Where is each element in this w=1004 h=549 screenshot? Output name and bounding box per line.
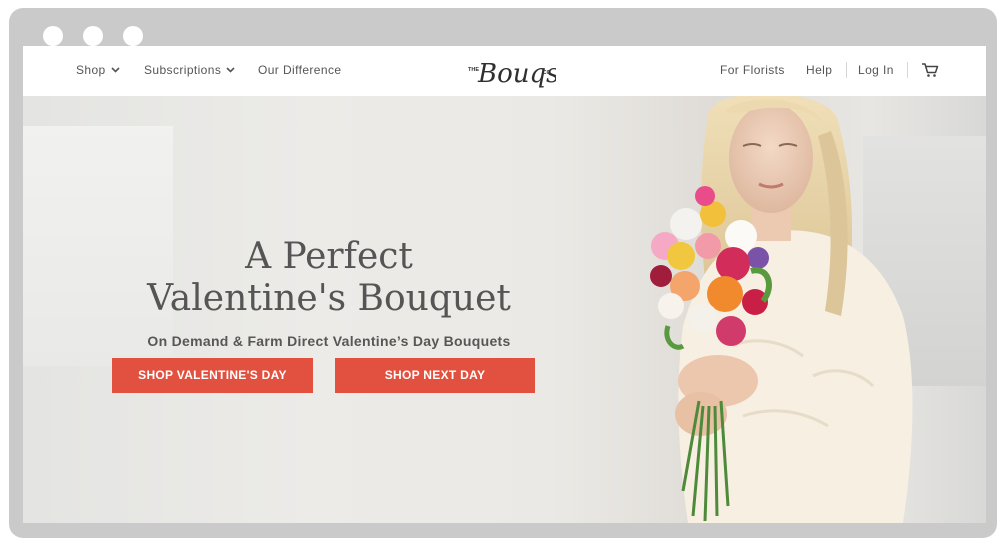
nav-subscriptions-label: Subscriptions [144, 63, 222, 77]
shop-valentines-day-button[interactable]: SHOP VALENTINE'S DAY [112, 358, 313, 393]
window-dot-close [43, 26, 63, 46]
logo-co: CO. [543, 70, 553, 76]
hero-subheadline: On Demand & Farm Direct Valentine’s Day … [147, 333, 511, 349]
hero-photo-woman-with-bouquet [650, 96, 913, 523]
page-viewport: Shop Subscriptions Our Difference THE Bo… [23, 46, 986, 523]
shop-next-day-button[interactable]: SHOP NEXT DAY [335, 358, 535, 393]
nav-for-florists[interactable]: For Florists [720, 63, 785, 77]
nav-for-florists-label: For Florists [720, 63, 785, 77]
chevron-down-icon [111, 67, 120, 73]
nav-help[interactable]: Help [806, 63, 832, 77]
cart-icon[interactable] [921, 62, 939, 78]
hero-banner: A Perfect Valentine's Bouquet On Demand … [23, 96, 986, 523]
nav-our-difference-label: Our Difference [258, 63, 342, 77]
hero-headline-line1: A Perfect [245, 236, 413, 277]
window-dot-maximize [123, 26, 143, 46]
chevron-down-icon [226, 67, 235, 73]
nav-shop-label: Shop [76, 63, 106, 77]
nav-our-difference[interactable]: Our Difference [258, 63, 341, 77]
hero-headline-line2: Valentine's Bouquet [147, 278, 511, 319]
nav-log-in[interactable]: Log In [858, 63, 894, 77]
nav-help-label: Help [806, 63, 833, 77]
nav-divider [907, 62, 908, 78]
nav-shop[interactable]: Shop [76, 63, 120, 77]
bouqs-logo[interactable]: THE Bouqs CO. [466, 48, 556, 94]
top-nav: Shop Subscriptions Our Difference THE Bo… [23, 46, 986, 97]
nav-log-in-label: Log In [858, 63, 894, 77]
window-dot-minimize [83, 26, 103, 46]
nav-subscriptions[interactable]: Subscriptions [144, 63, 235, 77]
nav-divider [846, 62, 847, 78]
